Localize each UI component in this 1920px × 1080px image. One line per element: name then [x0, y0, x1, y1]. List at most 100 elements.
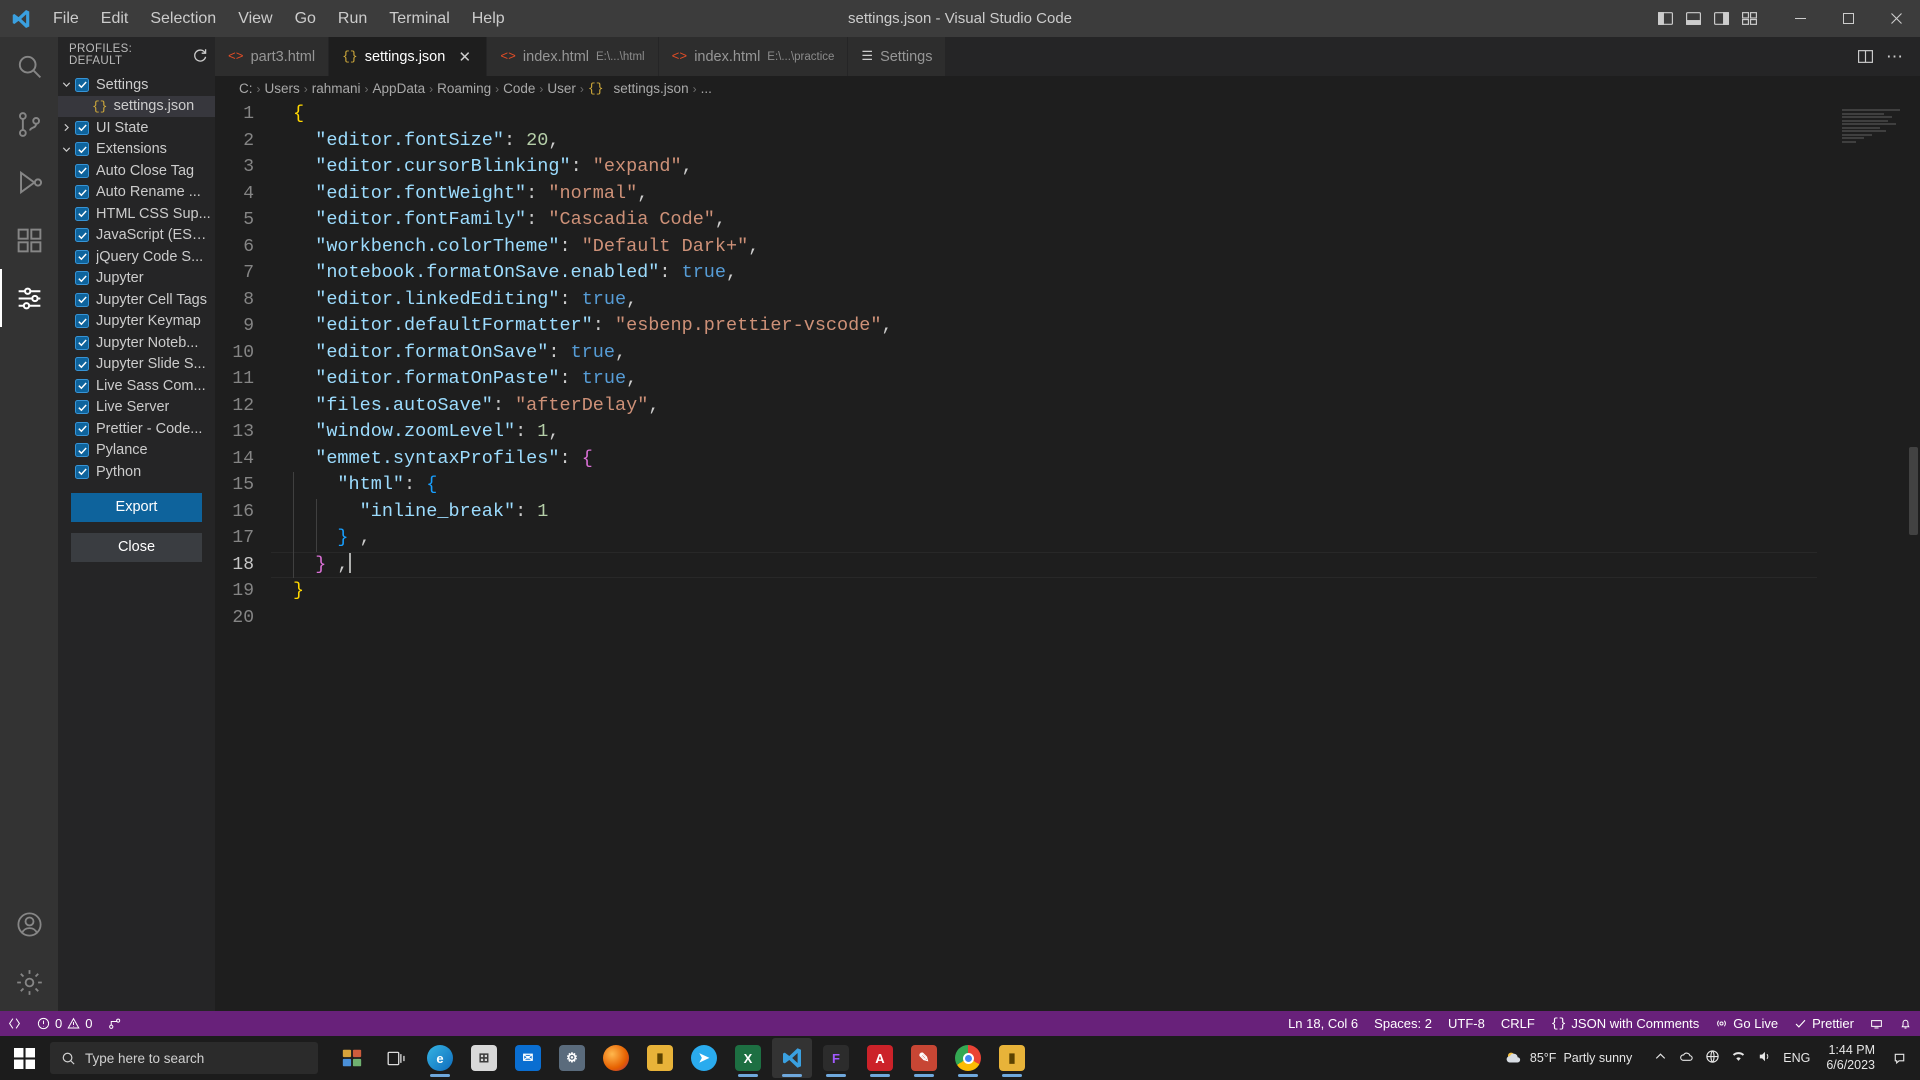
scrollbar-thumb[interactable]: [1909, 447, 1918, 535]
tree-item-extension[interactable]: Live Server: [58, 397, 215, 419]
code-text[interactable]: "files.autoSave": "afterDelay",: [271, 393, 659, 420]
tree-item-extension[interactable]: jQuery Code S...: [58, 246, 215, 268]
chevron-down-icon[interactable]: [58, 79, 75, 90]
activity-run-debug-icon[interactable]: [0, 153, 58, 211]
breadcrumb-item[interactable]: Roaming: [437, 81, 491, 96]
activity-source-control-icon[interactable]: [0, 95, 58, 153]
activity-search-icon[interactable]: [0, 37, 58, 95]
code-line[interactable]: 7 "notebook.formatOnSave.enabled": true,: [215, 260, 1920, 287]
code-line[interactable]: 13 "window.zoomLevel": 1,: [215, 419, 1920, 446]
tree-item-extension[interactable]: Jupyter Slide S...: [58, 354, 215, 376]
taskbar-widgets-icon[interactable]: [332, 1038, 372, 1078]
breadcrumb-item[interactable]: Code: [503, 81, 535, 96]
tree-item-extension[interactable]: Auto Close Tag: [58, 160, 215, 182]
chevron-down-icon[interactable]: [58, 144, 75, 155]
taskbar-chrome-browser[interactable]: [948, 1038, 988, 1078]
code-line[interactable]: 6 "workbench.colorTheme": "Default Dark+…: [215, 234, 1920, 261]
code-line[interactable]: 19}: [215, 578, 1920, 605]
checkbox-extension[interactable]: [75, 292, 89, 307]
breadcrumb-item[interactable]: Users: [265, 81, 300, 96]
tree-item-extension[interactable]: Python: [58, 461, 215, 483]
code-text[interactable]: "notebook.formatOnSave.enabled": true,: [271, 260, 737, 287]
export-button[interactable]: Export: [71, 492, 202, 522]
minimap[interactable]: [1842, 109, 1906, 153]
code-line[interactable]: 8 "editor.linkedEditing": true,: [215, 287, 1920, 314]
ports-icon[interactable]: [100, 1011, 129, 1036]
checkbox-extension[interactable]: [75, 400, 89, 415]
breadcrumb-item[interactable]: AppData: [373, 81, 426, 96]
encoding-status[interactable]: UTF-8: [1440, 1011, 1493, 1036]
panel-left-icon[interactable]: [1652, 6, 1678, 32]
activity-profiles-icon[interactable]: [0, 269, 58, 327]
checkbox-extension[interactable]: [75, 357, 89, 372]
breadcrumb-item[interactable]: User: [547, 81, 576, 96]
checkbox-extension[interactable]: [75, 271, 89, 286]
code-line[interactable]: 17 } ,: [215, 525, 1920, 552]
menu-terminal[interactable]: Terminal: [378, 5, 460, 33]
code-line[interactable]: 15 "html": {: [215, 472, 1920, 499]
code-text[interactable]: }: [271, 578, 304, 605]
tab-settings-json[interactable]: {} settings.json ✕: [329, 37, 488, 76]
tab-close-icon[interactable]: ✕: [456, 48, 473, 66]
remote-window-icon[interactable]: [0, 1011, 29, 1036]
tab-part3-html[interactable]: <> part3.html: [215, 37, 330, 76]
menu-edit[interactable]: Edit: [90, 5, 140, 33]
taskbar-vscode-app[interactable]: [772, 1038, 812, 1078]
tree-item-settings-json[interactable]: {} settings.json: [58, 95, 215, 117]
taskbar-firefox-browser[interactable]: [596, 1038, 636, 1078]
taskbar-excel-app[interactable]: X: [728, 1038, 768, 1078]
checkbox-extension[interactable]: [75, 228, 89, 243]
network-icon[interactable]: [1705, 1049, 1720, 1067]
taskbar-acrobat-reader[interactable]: A: [860, 1038, 900, 1078]
code-text[interactable]: "emmet.syntaxProfiles": {: [271, 446, 593, 473]
checkbox-extension[interactable]: [75, 443, 89, 458]
tree-item-extension[interactable]: Jupyter: [58, 268, 215, 290]
panel-bottom-icon[interactable]: [1680, 6, 1706, 32]
problems-status[interactable]: 0 0: [29, 1011, 100, 1036]
menu-file[interactable]: File: [42, 5, 90, 33]
remote-status-icon[interactable]: [1862, 1011, 1891, 1036]
notifications-bell-icon[interactable]: [1891, 1011, 1920, 1036]
checkbox-extension[interactable]: [75, 421, 89, 436]
taskbar-settings-app[interactable]: ⚙: [552, 1038, 592, 1078]
window-close-button[interactable]: [1872, 0, 1920, 37]
code-text[interactable]: "editor.fontSize": 20,: [271, 128, 559, 155]
tree-item-extension[interactable]: HTML CSS Sup...: [58, 203, 215, 225]
code-lines[interactable]: 1{2 "editor.fontSize": 20, 3 "editor.curs…: [215, 101, 1920, 1011]
code-line[interactable]: 18 } ,: [215, 551, 1920, 579]
onedrive-icon[interactable]: [1679, 1049, 1694, 1067]
breadcrumb-item-file[interactable]: settings.json: [614, 81, 689, 96]
weather-widget[interactable]: 85°F Partly sunny: [1495, 1049, 1641, 1068]
taskbar-paint-app[interactable]: ✎: [904, 1038, 944, 1078]
checkbox-extension[interactable]: [75, 185, 89, 200]
breadcrumb-item[interactable]: rahmani: [312, 81, 361, 96]
activity-extensions-icon[interactable]: [0, 211, 58, 269]
volume-icon[interactable]: [1757, 1049, 1772, 1067]
menu-selection[interactable]: Selection: [139, 5, 227, 33]
checkbox-extension[interactable]: [75, 335, 89, 350]
checkbox-settings[interactable]: [75, 77, 89, 92]
go-live-status[interactable]: Go Live: [1707, 1011, 1786, 1036]
taskbar-search-box[interactable]: Type here to search: [50, 1042, 318, 1074]
checkbox-extension[interactable]: [75, 163, 89, 178]
language-mode-status[interactable]: {} JSON with Comments: [1543, 1011, 1707, 1036]
code-line[interactable]: 3 "editor.cursorBlinking": "expand",: [215, 154, 1920, 181]
checkbox-extensions[interactable]: [75, 142, 89, 157]
code-text[interactable]: "editor.formatOnPaste": true,: [271, 366, 637, 393]
tree-item-extension[interactable]: Prettier - Code...: [58, 418, 215, 440]
menu-go[interactable]: Go: [284, 5, 327, 33]
panel-right-icon[interactable]: [1708, 6, 1734, 32]
menu-help[interactable]: Help: [461, 5, 516, 33]
notification-icon[interactable]: [1886, 1051, 1912, 1066]
tree-item-extension[interactable]: Jupyter Keymap: [58, 311, 215, 333]
code-text[interactable]: "window.zoomLevel": 1,: [271, 419, 559, 446]
tab-index-html-1[interactable]: <> index.html E:\...\html: [487, 37, 659, 76]
code-line[interactable]: 16 "inline_break": 1: [215, 499, 1920, 526]
tree-item-extension[interactable]: Jupyter Noteb...: [58, 332, 215, 354]
tree-item-ui-state[interactable]: UI State: [58, 117, 215, 139]
split-editor-icon[interactable]: [1852, 44, 1878, 70]
code-text[interactable]: } ,: [271, 525, 370, 552]
tree-item-extension[interactable]: Pylance: [58, 440, 215, 462]
editor-scrollbar[interactable]: [1906, 101, 1920, 1011]
taskbar-figma-app[interactable]: F: [816, 1038, 856, 1078]
